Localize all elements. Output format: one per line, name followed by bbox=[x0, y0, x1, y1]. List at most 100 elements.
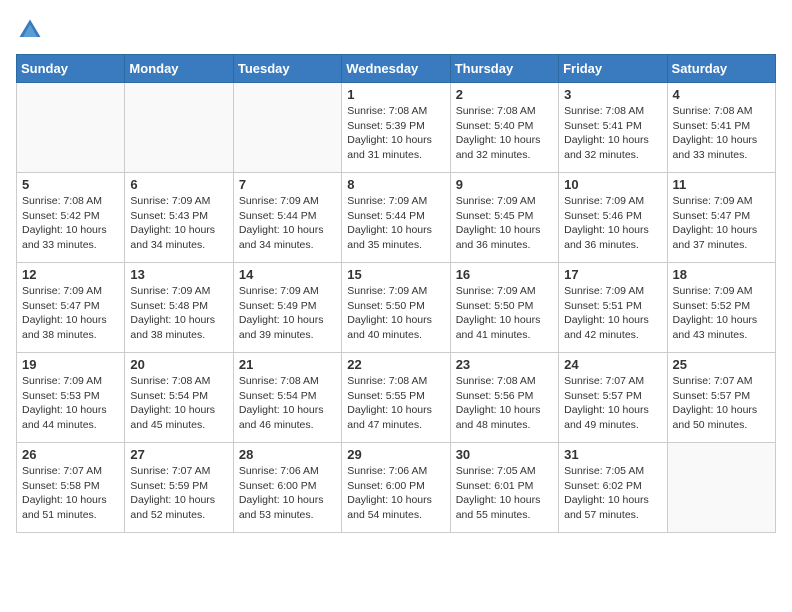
day-number: 30 bbox=[456, 447, 553, 462]
day-info: Sunrise: 7:07 AMSunset: 5:59 PMDaylight:… bbox=[130, 464, 227, 523]
calendar-cell: 13 Sunrise: 7:09 AMSunset: 5:48 PMDayligh… bbox=[125, 263, 233, 353]
calendar-cell: 17 Sunrise: 7:09 AMSunset: 5:51 PMDayligh… bbox=[559, 263, 667, 353]
calendar-cell: 12 Sunrise: 7:09 AMSunset: 5:47 PMDayligh… bbox=[17, 263, 125, 353]
day-info: Sunrise: 7:09 AMSunset: 5:50 PMDaylight:… bbox=[347, 284, 444, 343]
calendar-cell: 31 Sunrise: 7:05 AMSunset: 6:02 PMDayligh… bbox=[559, 443, 667, 533]
calendar-week-1: 1Sunrise: 7:08 AMSunset: 5:39 PMDaylight… bbox=[17, 83, 776, 173]
calendar-table: SundayMondayTuesdayWednesdayThursdayFrid… bbox=[16, 54, 776, 533]
day-info: Sunrise: 7:09 AMSunset: 5:52 PMDaylight:… bbox=[673, 284, 770, 343]
day-number: 27 bbox=[130, 447, 227, 462]
day-number: 9 bbox=[456, 177, 553, 192]
day-number: 14 bbox=[239, 267, 336, 282]
calendar-cell: 6 Sunrise: 7:09 AMSunset: 5:43 PMDaylight… bbox=[125, 173, 233, 263]
calendar-cell bbox=[233, 83, 341, 173]
day-number: 5 bbox=[22, 177, 119, 192]
day-number: 16 bbox=[456, 267, 553, 282]
calendar-cell: 29Sunrise: 7:06 AMSunset: 6:00 PMDayligh… bbox=[342, 443, 450, 533]
day-info: Sunrise: 7:08 AMSunset: 5:56 PMDaylight:… bbox=[456, 374, 553, 433]
day-info: Sunrise: 7:05 AMSunset: 6:01 PMDaylight:… bbox=[456, 464, 553, 523]
calendar-cell: 21 Sunrise: 7:08 AMSunset: 5:54 PMDayligh… bbox=[233, 353, 341, 443]
calendar-cell: 1Sunrise: 7:08 AMSunset: 5:39 PMDaylight… bbox=[342, 83, 450, 173]
calendar-week-5: 26 Sunrise: 7:07 AMSunset: 5:58 PMDayligh… bbox=[17, 443, 776, 533]
calendar-cell: 26 Sunrise: 7:07 AMSunset: 5:58 PMDayligh… bbox=[17, 443, 125, 533]
day-info: Sunrise: 7:09 AMSunset: 5:44 PMDaylight:… bbox=[239, 194, 336, 253]
day-info: Sunrise: 7:09 AMSunset: 5:49 PMDaylight:… bbox=[239, 284, 336, 343]
day-number: 17 bbox=[564, 267, 661, 282]
day-number: 12 bbox=[22, 267, 119, 282]
calendar-header-friday: Friday bbox=[559, 55, 667, 83]
day-info: Sunrise: 7:08 AMSunset: 5:54 PMDaylight:… bbox=[239, 374, 336, 433]
day-info: Sunrise: 7:08 AMSunset: 5:42 PMDaylight:… bbox=[22, 194, 119, 253]
day-number: 23 bbox=[456, 357, 553, 372]
day-info: Sunrise: 7:09 AMSunset: 5:44 PMDaylight:… bbox=[347, 194, 444, 253]
day-number: 7 bbox=[239, 177, 336, 192]
day-info: Sunrise: 7:08 AMSunset: 5:39 PMDaylight:… bbox=[347, 104, 444, 163]
logo-icon bbox=[16, 16, 44, 44]
day-info: Sunrise: 7:09 AMSunset: 5:45 PMDaylight:… bbox=[456, 194, 553, 253]
day-number: 3 bbox=[564, 87, 661, 102]
day-number: 11 bbox=[673, 177, 770, 192]
calendar-cell: 10 Sunrise: 7:09 AMSunset: 5:46 PMDayligh… bbox=[559, 173, 667, 263]
calendar-header-tuesday: Tuesday bbox=[233, 55, 341, 83]
calendar-cell: 14 Sunrise: 7:09 AMSunset: 5:49 PMDayligh… bbox=[233, 263, 341, 353]
calendar-cell: 28Sunrise: 7:06 AMSunset: 6:00 PMDayligh… bbox=[233, 443, 341, 533]
calendar-cell: 30 Sunrise: 7:05 AMSunset: 6:01 PMDayligh… bbox=[450, 443, 558, 533]
day-number: 15 bbox=[347, 267, 444, 282]
calendar-cell: 2 Sunrise: 7:08 AMSunset: 5:40 PMDaylight… bbox=[450, 83, 558, 173]
day-info: Sunrise: 7:09 AMSunset: 5:47 PMDaylight:… bbox=[22, 284, 119, 343]
calendar-cell: 22Sunrise: 7:08 AMSunset: 5:55 PMDayligh… bbox=[342, 353, 450, 443]
calendar-cell: 5 Sunrise: 7:08 AMSunset: 5:42 PMDaylight… bbox=[17, 173, 125, 263]
day-number: 10 bbox=[564, 177, 661, 192]
calendar-header-saturday: Saturday bbox=[667, 55, 775, 83]
day-info: Sunrise: 7:09 AMSunset: 5:43 PMDaylight:… bbox=[130, 194, 227, 253]
day-number: 13 bbox=[130, 267, 227, 282]
day-info: Sunrise: 7:08 AMSunset: 5:41 PMDaylight:… bbox=[564, 104, 661, 163]
day-number: 24 bbox=[564, 357, 661, 372]
day-number: 21 bbox=[239, 357, 336, 372]
day-info: Sunrise: 7:09 AMSunset: 5:46 PMDaylight:… bbox=[564, 194, 661, 253]
calendar-cell bbox=[125, 83, 233, 173]
calendar-header-sunday: Sunday bbox=[17, 55, 125, 83]
day-info: Sunrise: 7:07 AMSunset: 5:58 PMDaylight:… bbox=[22, 464, 119, 523]
day-number: 18 bbox=[673, 267, 770, 282]
calendar-cell bbox=[667, 443, 775, 533]
calendar-cell bbox=[17, 83, 125, 173]
day-info: Sunrise: 7:08 AMSunset: 5:40 PMDaylight:… bbox=[456, 104, 553, 163]
calendar-header-row: SundayMondayTuesdayWednesdayThursdayFrid… bbox=[17, 55, 776, 83]
day-number: 8 bbox=[347, 177, 444, 192]
calendar-header-thursday: Thursday bbox=[450, 55, 558, 83]
day-info: Sunrise: 7:08 AMSunset: 5:55 PMDaylight:… bbox=[347, 374, 444, 433]
day-number: 31 bbox=[564, 447, 661, 462]
calendar-cell: 7 Sunrise: 7:09 AMSunset: 5:44 PMDaylight… bbox=[233, 173, 341, 263]
calendar-header-wednesday: Wednesday bbox=[342, 55, 450, 83]
day-number: 4 bbox=[673, 87, 770, 102]
page-header bbox=[16, 16, 776, 44]
day-info: Sunrise: 7:09 AMSunset: 5:50 PMDaylight:… bbox=[456, 284, 553, 343]
calendar-cell: 9 Sunrise: 7:09 AMSunset: 5:45 PMDaylight… bbox=[450, 173, 558, 263]
logo bbox=[16, 16, 48, 44]
day-info: Sunrise: 7:08 AMSunset: 5:41 PMDaylight:… bbox=[673, 104, 770, 163]
calendar-cell: 20Sunrise: 7:08 AMSunset: 5:54 PMDayligh… bbox=[125, 353, 233, 443]
calendar-week-4: 19Sunrise: 7:09 AMSunset: 5:53 PMDayligh… bbox=[17, 353, 776, 443]
calendar-cell: 11 Sunrise: 7:09 AMSunset: 5:47 PMDayligh… bbox=[667, 173, 775, 263]
day-info: Sunrise: 7:05 AMSunset: 6:02 PMDaylight:… bbox=[564, 464, 661, 523]
day-number: 6 bbox=[130, 177, 227, 192]
day-info: Sunrise: 7:09 AMSunset: 5:51 PMDaylight:… bbox=[564, 284, 661, 343]
calendar-cell: 27 Sunrise: 7:07 AMSunset: 5:59 PMDayligh… bbox=[125, 443, 233, 533]
calendar-week-3: 12 Sunrise: 7:09 AMSunset: 5:47 PMDayligh… bbox=[17, 263, 776, 353]
day-number: 26 bbox=[22, 447, 119, 462]
calendar-cell: 16 Sunrise: 7:09 AMSunset: 5:50 PMDayligh… bbox=[450, 263, 558, 353]
day-info: Sunrise: 7:07 AMSunset: 5:57 PMDaylight:… bbox=[673, 374, 770, 433]
calendar-cell: 4 Sunrise: 7:08 AMSunset: 5:41 PMDaylight… bbox=[667, 83, 775, 173]
calendar-cell: 15 Sunrise: 7:09 AMSunset: 5:50 PMDayligh… bbox=[342, 263, 450, 353]
day-number: 2 bbox=[456, 87, 553, 102]
calendar-cell: 24 Sunrise: 7:07 AMSunset: 5:57 PMDayligh… bbox=[559, 353, 667, 443]
day-number: 28 bbox=[239, 447, 336, 462]
day-info: Sunrise: 7:09 AMSunset: 5:47 PMDaylight:… bbox=[673, 194, 770, 253]
day-info: Sunrise: 7:09 AMSunset: 5:48 PMDaylight:… bbox=[130, 284, 227, 343]
day-number: 19 bbox=[22, 357, 119, 372]
calendar-cell: 8 Sunrise: 7:09 AMSunset: 5:44 PMDaylight… bbox=[342, 173, 450, 263]
day-number: 25 bbox=[673, 357, 770, 372]
day-info: Sunrise: 7:07 AMSunset: 5:57 PMDaylight:… bbox=[564, 374, 661, 433]
calendar-header-monday: Monday bbox=[125, 55, 233, 83]
